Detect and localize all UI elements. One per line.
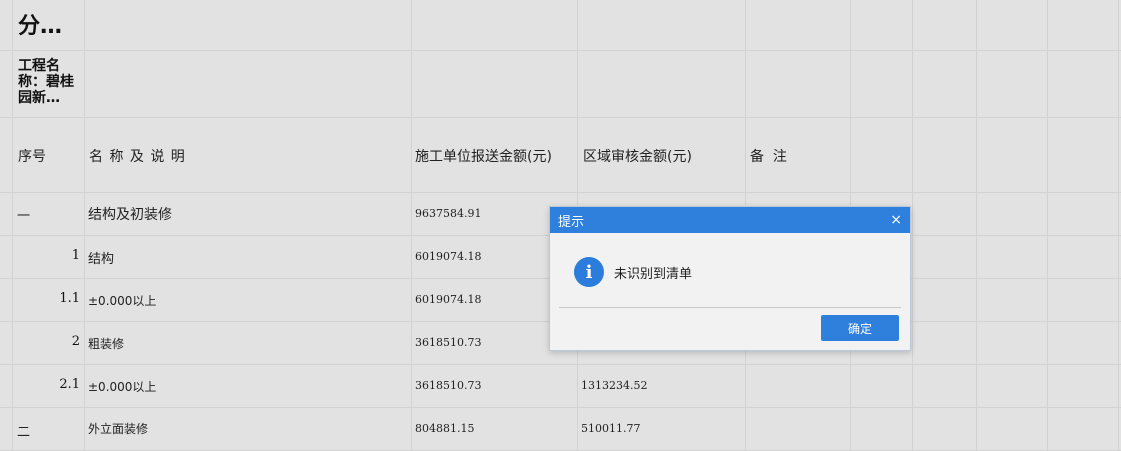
row-seq[interactable]: 一 [17, 205, 30, 224]
grid-line [84, 0, 85, 451]
row-name[interactable]: ±0.000以上 [88, 292, 156, 309]
row-seq[interactable]: 2.1 [10, 377, 80, 392]
row-submitted[interactable]: 804881.15 [415, 422, 475, 435]
header-submitted-amount[interactable]: 施工单位报送金额(元) [415, 146, 552, 166]
grid-line [0, 407, 1121, 408]
dialog-titlebar[interactable]: 提示 × [550, 207, 910, 233]
row-seq[interactable]: 2 [10, 334, 80, 349]
row-seq[interactable]: 二 [17, 421, 30, 440]
row-name[interactable]: 外立面装修 [88, 420, 148, 437]
row-audited[interactable]: 510011.77 [581, 422, 641, 435]
row-submitted[interactable]: 3618510.73 [415, 379, 481, 392]
row-name[interactable]: 粗装修 [88, 335, 124, 352]
close-icon[interactable]: × [890, 212, 902, 228]
grid-line [1118, 0, 1119, 451]
prompt-dialog: 提示 × i 未识别到清单 确定 [549, 206, 911, 351]
header-name[interactable]: 名 称 及 说 明 [89, 146, 186, 166]
row-seq[interactable]: 1 [10, 248, 80, 263]
grid-line [0, 364, 1121, 365]
row-submitted[interactable]: 6019074.18 [415, 250, 481, 263]
dialog-title: 提示 [558, 214, 585, 230]
grid-line [976, 0, 977, 451]
row-seq[interactable]: 1.1 [10, 291, 80, 306]
grid-line [0, 192, 1121, 193]
grid-line [912, 0, 913, 451]
dialog-divider [559, 307, 901, 308]
row-submitted[interactable]: 9637584.91 [415, 207, 481, 220]
project-name-cell[interactable]: 工程名称：碧桂园新… [18, 58, 84, 106]
row-audited[interactable]: 1313234.52 [581, 379, 647, 392]
grid-line [0, 50, 1121, 51]
dialog-body: i 未识别到清单 [574, 257, 692, 287]
row-name[interactable]: 结构及初装修 [88, 204, 172, 224]
row-name[interactable]: ±0.000以上 [88, 378, 156, 395]
ok-button[interactable]: 确定 [821, 315, 899, 341]
grid-line [411, 0, 412, 451]
sheet-title[interactable]: 分… [18, 8, 62, 40]
grid-line [0, 117, 1121, 118]
dialog-message: 未识别到清单 [614, 266, 693, 282]
row-submitted[interactable]: 3618510.73 [415, 336, 481, 349]
grid-line [1047, 0, 1048, 451]
row-submitted[interactable]: 6019074.18 [415, 293, 481, 306]
row-name[interactable]: 结构 [88, 248, 114, 267]
header-remark[interactable]: 备 注 [750, 146, 787, 166]
info-icon: i [574, 257, 604, 287]
header-seq[interactable]: 序号 [18, 146, 46, 166]
header-audited-amount[interactable]: 区域审核金额(元) [583, 146, 692, 166]
